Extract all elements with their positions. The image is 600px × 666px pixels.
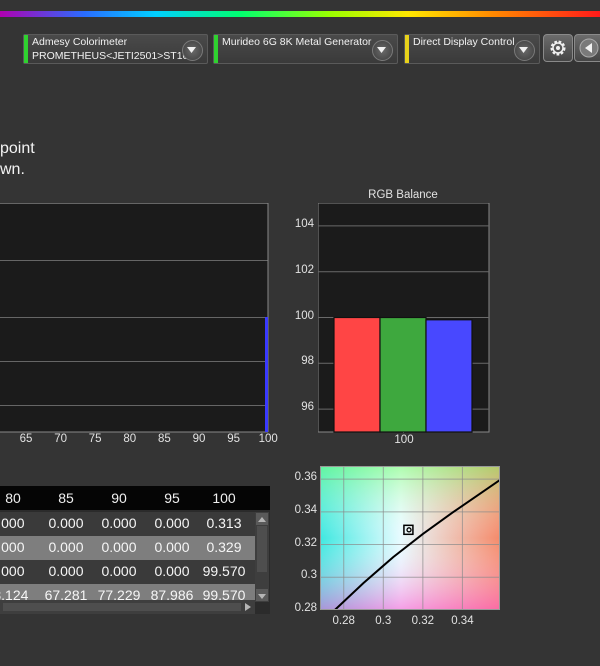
column-header: 95 <box>164 490 180 506</box>
table-cell: 0.000 <box>101 563 137 579</box>
chevron-down-icon[interactable] <box>372 40 393 61</box>
table-cell: 0.000 <box>0 539 25 555</box>
table-cell: 0.000 <box>48 539 84 555</box>
app-top-color-strip <box>0 11 600 17</box>
y-tick-label: 98 <box>301 355 314 368</box>
x-tick-label: 75 <box>88 433 102 445</box>
table-cell: 0.000 <box>154 539 190 555</box>
cie-chromaticity-chart <box>320 466 500 610</box>
chevron-down-icon[interactable] <box>182 40 203 61</box>
column-header: 100 <box>212 490 236 506</box>
table-scrollbar[interactable] <box>255 512 269 602</box>
red-balance-bar <box>333 316 381 433</box>
device-detail: PROMETHEUS<JETI2501>ST100 <box>32 50 195 62</box>
device-status-indicator <box>214 35 218 63</box>
device-selector-colorimeter[interactable]: Admesy Colorimeter PROMETHEUS<JETI2501>S… <box>23 34 208 64</box>
scroll-right-arrow[interactable] <box>242 601 254 613</box>
device-name: Murideo 6G 8K Metal Generator <box>222 36 372 48</box>
x-tick-label: 0.32 <box>411 615 435 627</box>
rgb-category-label: 100 <box>394 434 414 446</box>
table-row[interactable]: 0.000 0.000 0.000 0.000 99.570 <box>0 560 255 584</box>
green-balance-bar <box>379 316 427 433</box>
y-tick-label: 0.3 <box>301 569 317 582</box>
measurement-table: 808590951000.0000.0000.0000.0000.3130.00… <box>0 486 270 614</box>
y-tick-label: 96 <box>301 401 314 414</box>
table-cell: 0.000 <box>154 515 190 531</box>
device-selector-pattern-generator[interactable]: Murideo 6G 8K Metal Generator <box>213 34 398 64</box>
x-tick-label: 0.34 <box>451 615 474 627</box>
device-name: Direct Display Control <box>413 36 515 48</box>
scroll-down-arrow[interactable] <box>256 589 268 601</box>
x-tick-label: 65 <box>19 433 33 445</box>
luminance-chart <box>0 203 269 433</box>
rgb-balance-chart <box>318 203 490 433</box>
table-cell: 0.000 <box>154 563 190 579</box>
table-cell: 0.000 <box>48 515 84 531</box>
column-header: 85 <box>58 490 74 506</box>
column-header: 90 <box>111 490 127 506</box>
x-tick-label: 80 <box>123 433 137 445</box>
y-tick-label: 102 <box>294 263 314 276</box>
blue-luminance-bar <box>265 317 268 432</box>
y-tick-label: 0.32 <box>294 536 317 549</box>
table-row[interactable]: 0.000 0.000 0.000 0.000 0.313 <box>0 512 255 536</box>
table-cell: 0.000 <box>48 563 84 579</box>
x-tick-label: 70 <box>54 433 67 445</box>
chevron-down-icon[interactable] <box>514 40 535 61</box>
table-cell: 0.000 <box>0 515 25 531</box>
x-tick-label: 0.28 <box>332 615 355 627</box>
y-tick-label: 0.36 <box>294 471 317 484</box>
back-button[interactable] <box>574 34 600 62</box>
x-tick-label: 0.3 <box>375 615 392 627</box>
y-tick-label: 100 <box>294 309 314 322</box>
y-tick-label: 0.34 <box>294 503 317 516</box>
settings-button[interactable] <box>543 34 573 62</box>
device-selector-display-control[interactable]: Direct Display Control <box>404 34 540 64</box>
blue-balance-bar <box>425 319 473 433</box>
instruction-text: point wn. <box>0 140 35 178</box>
scrollbar-thumb[interactable] <box>3 603 241 611</box>
table-cell: 0.313 <box>206 515 242 531</box>
y-tick-label: 104 <box>294 217 314 230</box>
device-name: Admesy Colorimeter <box>32 36 128 48</box>
x-tick-label: 100 <box>258 433 278 445</box>
table-cell: 0.329 <box>206 539 242 555</box>
x-tick-label: 85 <box>157 433 171 445</box>
table-cell: 99.570 <box>202 563 246 579</box>
column-header: 80 <box>5 490 21 506</box>
y-tick-label: 0.28 <box>294 602 317 614</box>
rgb-balance-title: RGB Balance <box>368 189 438 201</box>
x-tick-label: 90 <box>192 433 206 445</box>
device-status-indicator <box>24 35 28 63</box>
scrollbar-thumb[interactable] <box>257 526 267 572</box>
scroll-up-arrow[interactable] <box>256 513 268 525</box>
table-cell: 0.000 <box>101 515 137 531</box>
table-cell: 0.000 <box>101 539 137 555</box>
x-tick-label: 95 <box>227 433 240 445</box>
gear-icon <box>550 40 566 56</box>
table-row[interactable]: 0.000 0.000 0.000 0.000 0.329 <box>0 536 255 560</box>
cie-color-gradient-overlay <box>320 466 500 610</box>
horizontal-scrollbar[interactable] <box>0 600 255 614</box>
device-status-indicator <box>405 35 409 63</box>
triangle-left-icon <box>579 38 599 58</box>
table-cell: 0.000 <box>0 563 25 579</box>
